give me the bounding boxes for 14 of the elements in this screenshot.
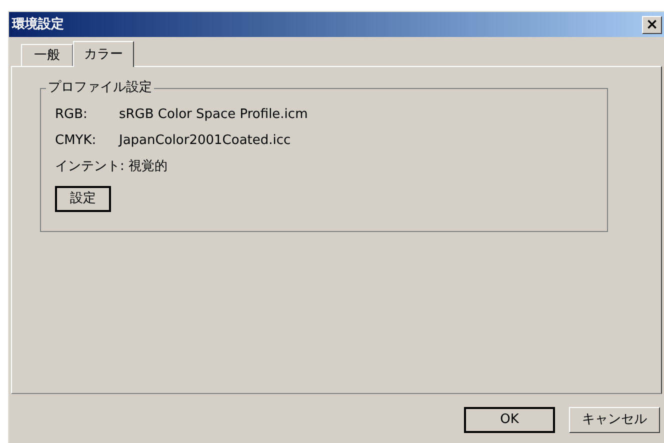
field-label: CMYK: xyxy=(55,132,98,150)
close-button[interactable]: × xyxy=(642,16,662,34)
settings-button[interactable]: 設定 xyxy=(55,186,111,212)
group-title: プロファイル設定 xyxy=(46,80,154,96)
tab[interactable]: 一般 xyxy=(21,44,73,66)
field-value: 視覚的 xyxy=(128,158,168,176)
tab[interactable]: カラー xyxy=(73,41,134,67)
field-value: JapanColor2001Coated.icc xyxy=(119,132,291,150)
field-value: sRGB Color Space Profile.icm xyxy=(119,106,308,124)
dialog-button[interactable]: キャンセル xyxy=(569,407,660,433)
dialog-button[interactable]: OK xyxy=(464,407,555,433)
window-title: 環境設定 xyxy=(12,16,64,34)
field-label: インテント: xyxy=(55,158,126,176)
field-label: RGB: xyxy=(55,106,88,124)
